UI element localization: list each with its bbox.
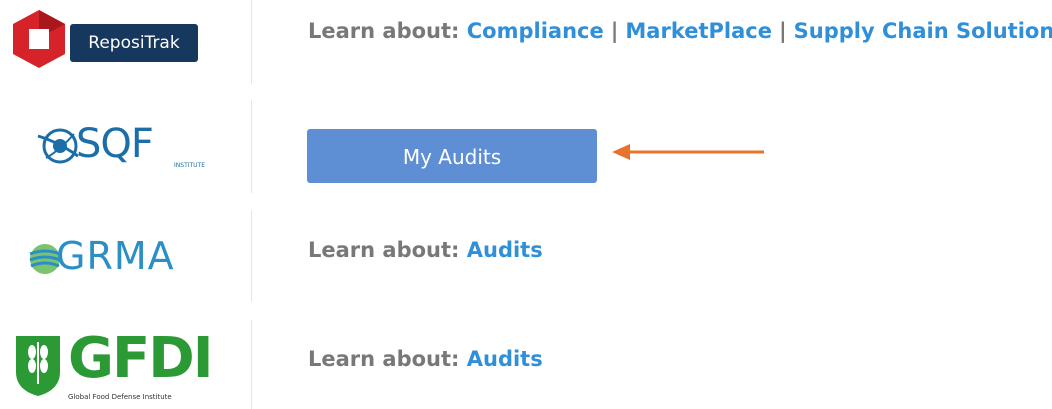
my-audits-button[interactable]: My Audits [307, 129, 597, 183]
sqf-globe-icon [37, 128, 79, 164]
gfdi-row: GFDI Global Food Defense Institute Learn… [0, 320, 1052, 409]
sqf-wordmark: SQF [76, 121, 154, 167]
sqf-subtext: INSTITUTE [174, 162, 206, 169]
link-separator: | [778, 19, 787, 43]
gfdi-subtext: Global Food Defense Institute [68, 393, 172, 401]
learn-about-text: Learn about: Compliance | MarketPlace | Supp… [308, 19, 1052, 43]
learn-about-text: Learn about: Audits [308, 238, 543, 262]
repositrak-row: ReposiTrak Learn about: Compliance | Marke… [0, 0, 1052, 84]
audits-link[interactable]: Audits [467, 347, 543, 371]
learn-about-text: Learn about: Audits [308, 347, 543, 371]
gfdi-logo: GFDI Global Food Defense Institute [12, 326, 214, 408]
repositrak-logo: ReposiTrak [10, 8, 198, 68]
arrow-left-icon [612, 144, 764, 160]
row-divider [251, 0, 252, 84]
repositrak-wordmark: ReposiTrak [70, 24, 198, 62]
marketplace-link[interactable]: MarketPlace [625, 19, 772, 43]
row-divider [251, 320, 252, 409]
gfdi-wordmark: GFDI [68, 326, 214, 391]
sqf-logo: SQF INSTITUTE [34, 118, 205, 174]
learn-about-label: Learn about: [308, 19, 460, 43]
repositrak-hex-icon [13, 10, 65, 68]
learn-about-label: Learn about: [308, 347, 460, 371]
gfdi-shield-icon [16, 336, 60, 396]
row-divider [251, 100, 252, 193]
compliance-link[interactable]: Compliance [467, 19, 604, 43]
supply-chain-solutions-link[interactable]: Supply Chain Solutions [794, 19, 1052, 43]
row-divider [251, 210, 252, 302]
link-separator: | [610, 19, 619, 43]
audits-link[interactable]: Audits [467, 238, 543, 262]
learn-about-label: Learn about: [308, 238, 460, 262]
grma-wordmark: GRMA [56, 234, 175, 278]
grma-row: GRMA Learn about: Audits [0, 210, 1052, 302]
sqf-row: SQF INSTITUTE My Audits [0, 100, 1052, 193]
grma-logo: GRMA [28, 232, 188, 284]
